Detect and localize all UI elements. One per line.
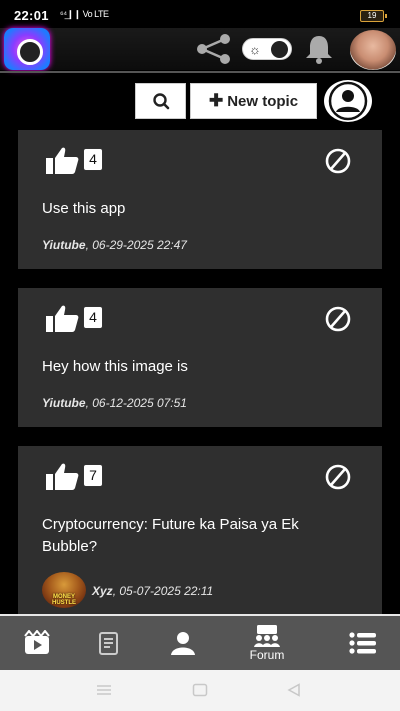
post-card[interactable]: 4 Hey how this image is Yiutube, 06-12-2… [18,288,382,427]
list-icon [349,632,376,654]
user-profile-button[interactable] [324,80,372,122]
thumb-text: MONEY HUSTLE [52,594,76,606]
post-card[interactable]: 7 Cryptocurrency: Future ka Paisa ya Ek … [18,446,382,614]
bottom-nav: Forum [0,614,400,670]
like-count: 4 [83,306,103,329]
signal-indicator: ⁶⁴̲❙❙ Vo LTE [60,9,109,19]
person-icon [171,632,195,655]
post-meta: Xyz, 05-07-2025 22:11 [92,584,213,598]
post-author[interactable]: Yiutube [42,238,86,252]
post-card[interactable]: 4 Use this app Yiutube, 06-29-2025 22:47 [18,130,382,269]
app-bar: ☼ [0,28,400,70]
post-date: , 06-12-2025 07:51 [85,396,187,410]
search-button[interactable] [135,83,186,119]
nav-videos[interactable] [9,616,65,670]
nav-profile[interactable] [155,616,211,670]
home-icon[interactable] [192,683,208,697]
post-date: , 05-07-2025 22:11 [112,584,214,598]
clipboard-icon [99,632,118,655]
nav-notes[interactable] [81,616,137,670]
post-meta: Yiutube, 06-29-2025 22:47 [42,238,187,252]
post-author[interactable]: Xyz [92,584,113,598]
block-icon[interactable] [324,464,352,490]
plus-icon: ✚ [208,91,224,110]
search-icon [153,93,170,110]
user-icon [328,81,368,121]
block-icon[interactable] [324,306,352,332]
post-title[interactable]: Use this app [42,198,352,220]
bell-icon[interactable] [302,33,336,65]
back-icon[interactable] [287,683,301,697]
thumbs-up-icon[interactable] [44,304,80,334]
status-bar: 22:01 ⁶⁴̲❙❙ Vo LTE 19 [0,0,400,28]
nav-forum[interactable]: Forum [239,616,295,670]
nav-forum-label: Forum [249,647,285,662]
header-divider [0,71,400,73]
like-count: 4 [83,148,103,171]
profile-avatar[interactable] [350,30,396,70]
post-title[interactable]: Hey how this image is [42,356,352,378]
nav-menu[interactable] [335,616,391,670]
share-icon[interactable] [194,34,234,64]
forum-icon [254,624,280,647]
system-nav-bar [0,670,400,711]
theme-toggle[interactable]: ☼ [242,38,292,60]
post-author[interactable]: Yiutube [42,396,86,410]
post-date: , 06-29-2025 22:47 [85,238,187,252]
recent-apps-icon[interactable] [96,684,112,696]
app-logo[interactable] [4,28,50,70]
screen: 22:01 ⁶⁴̲❙❙ Vo LTE 19 ☼ ✚ New topic 4 Us… [0,0,400,711]
block-icon[interactable] [324,148,352,174]
toggle-knob [271,41,288,58]
post-meta: Yiutube, 06-12-2025 07:51 [42,396,187,410]
video-icon [24,630,50,654]
status-time: 22:01 [14,8,49,23]
author-avatar[interactable]: MONEY HUSTLE [42,572,86,608]
like-count: 7 [83,464,103,487]
new-topic-label: New topic [227,92,299,110]
sun-icon: ☼ [249,42,261,57]
new-topic-button[interactable]: ✚ New topic [190,83,317,119]
battery-icon: 19 [360,10,387,22]
post-title[interactable]: Cryptocurrency: Future ka Paisa ya Ek Bu… [42,514,352,558]
thumbs-up-icon[interactable] [44,146,80,176]
thumbs-up-icon[interactable] [44,462,80,492]
